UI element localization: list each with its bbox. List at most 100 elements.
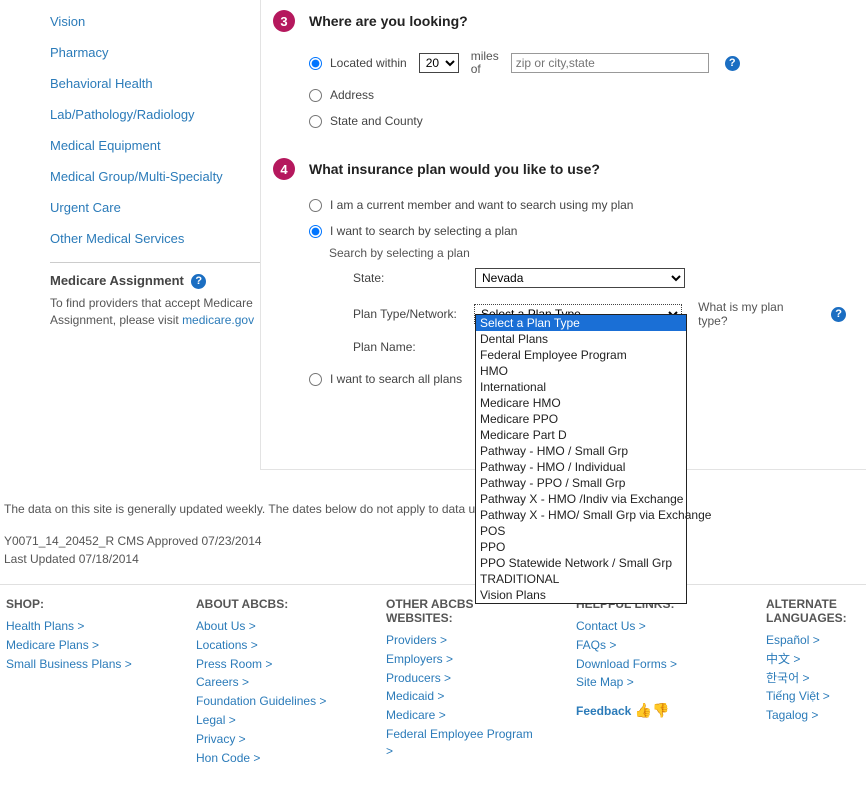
help-icon[interactable]: ? <box>191 274 206 289</box>
main-form: 3 Where are you looking? Located within … <box>260 0 866 470</box>
footer-link[interactable]: Federal Employee Program > <box>386 725 536 761</box>
label-address: Address <box>330 88 374 102</box>
footer-link[interactable]: Medicare Plans > <box>6 636 156 655</box>
plan-type-option[interactable]: Pathway - HMO / Small Grp <box>476 443 686 459</box>
plan-type-option[interactable]: PPO <box>476 539 686 555</box>
plan-type-option[interactable]: Medicare HMO <box>476 395 686 411</box>
disclaimer-line: The data on this site is generally updat… <box>4 500 866 518</box>
medicare-gov-link[interactable]: medicare.gov <box>182 313 254 327</box>
footer-link[interactable]: 中文 > <box>766 650 866 669</box>
footer-col-about: ABOUT ABCBS: About Us >Locations >Press … <box>196 597 346 767</box>
sidebar-link[interactable]: Other Medical Services <box>50 223 260 254</box>
footer-link[interactable]: Download Forms > <box>576 655 726 674</box>
footer-link[interactable]: Medicare > <box>386 706 536 725</box>
plan-type-option[interactable]: POS <box>476 523 686 539</box>
footer-link[interactable]: FAQs > <box>576 636 726 655</box>
label-current-member: I am a current member and want to search… <box>330 198 633 212</box>
footer-link[interactable]: Hon Code > <box>196 749 346 768</box>
radio-select-plan[interactable] <box>309 225 322 238</box>
footer-heading: SHOP: <box>6 597 156 611</box>
footer-heading: ABOUT ABCBS: <box>196 597 346 611</box>
plan-type-option[interactable]: Pathway - PPO / Small Grp <box>476 475 686 491</box>
footer-link[interactable]: About Us > <box>196 617 346 636</box>
zip-input[interactable] <box>511 53 709 73</box>
footer-link[interactable]: Employers > <box>386 650 536 669</box>
thumbs-up-icon: 👍 <box>635 701 652 721</box>
label-plan-help: What is my plan type? <box>698 300 815 328</box>
radio-current-member[interactable] <box>309 199 322 212</box>
footer-link[interactable]: Tiếng Việt > <box>766 687 866 706</box>
feedback-label: Feedback <box>576 704 631 718</box>
plan-type-option[interactable]: Dental Plans <box>476 331 686 347</box>
plan-type-option[interactable]: HMO <box>476 363 686 379</box>
footer-link[interactable]: Press Room > <box>196 655 346 674</box>
footer-link[interactable]: Providers > <box>386 631 536 650</box>
radio-search-all[interactable] <box>309 373 322 386</box>
footer-link[interactable]: Tagalog > <box>766 706 866 725</box>
sidebar-link[interactable]: Medical Equipment <box>50 130 260 161</box>
footer-link[interactable]: Privacy > <box>196 730 346 749</box>
disclaimer: The data on this site is generally updat… <box>0 470 866 574</box>
label-state-county: State and County <box>330 114 423 128</box>
step-3-title: Where are you looking? <box>309 13 468 29</box>
plan-type-option[interactable]: Medicare PPO <box>476 411 686 427</box>
footer-link[interactable]: Legal > <box>196 711 346 730</box>
divider <box>50 262 260 263</box>
plan-type-option[interactable]: TRADITIONAL <box>476 571 686 587</box>
label-miles-of: miles of <box>471 50 505 76</box>
footer: SHOP: Health Plans >Medicare Plans >Smal… <box>0 584 866 787</box>
label-state: State: <box>353 271 463 285</box>
plan-type-option[interactable]: Pathway - HMO / Individual <box>476 459 686 475</box>
distance-select[interactable]: 20 <box>419 53 459 73</box>
sidebar-link[interactable]: Vision <box>50 6 260 37</box>
footer-link[interactable]: Health Plans > <box>6 617 156 636</box>
sidebar-link[interactable]: Lab/Pathology/Radiology <box>50 99 260 130</box>
plan-type-option[interactable]: International <box>476 379 686 395</box>
plan-type-option[interactable]: Pathway X - HMO/ Small Grp via Exchange <box>476 507 686 523</box>
footer-link[interactable]: Medicaid > <box>386 687 536 706</box>
plan-type-option[interactable]: Medicare Part D <box>476 427 686 443</box>
label-search-by: Search by selecting a plan <box>329 244 846 262</box>
footer-col-other: OTHER ABCBS WEBSITES: Providers >Employe… <box>386 597 536 767</box>
footer-col-lang: ALTERNATE LANGUAGES: Español >中文 >한국어 >T… <box>766 597 866 767</box>
label-plan-name: Plan Name: <box>353 340 463 354</box>
plan-type-option[interactable]: Vision Plans <box>476 587 686 603</box>
sidebar-link[interactable]: Behavioral Health <box>50 68 260 99</box>
plan-type-dropdown[interactable]: Select a Plan TypeDental PlansFederal Em… <box>475 314 687 604</box>
step-4-title: What insurance plan would you like to us… <box>309 161 600 177</box>
footer-col-help: HELPFUL LINKS: Contact Us >FAQs >Downloa… <box>576 597 726 767</box>
state-select[interactable]: Nevada <box>475 268 685 288</box>
sidebar-link[interactable]: Pharmacy <box>50 37 260 68</box>
radio-state-county[interactable] <box>309 115 322 128</box>
step-4-badge: 4 <box>273 158 295 180</box>
radio-address[interactable] <box>309 89 322 102</box>
help-icon[interactable]: ? <box>725 56 740 71</box>
radio-located-within[interactable] <box>309 57 322 70</box>
sidebar: VisionPharmacyBehavioral HealthLab/Patho… <box>0 0 260 328</box>
step-3-badge: 3 <box>273 10 295 32</box>
footer-link[interactable]: Contact Us > <box>576 617 726 636</box>
footer-link[interactable]: Foundation Guidelines > <box>196 692 346 711</box>
sidebar-link[interactable]: Medical Group/Multi-Specialty <box>50 161 260 192</box>
footer-link[interactable]: Careers > <box>196 673 346 692</box>
sidebar-link[interactable]: Urgent Care <box>50 192 260 223</box>
thumbs-down-icon: 👎 <box>652 701 669 721</box>
plan-type-option[interactable]: Pathway X - HMO /Indiv via Exchange <box>476 491 686 507</box>
footer-link[interactable]: Site Map > <box>576 673 726 692</box>
footer-link[interactable]: Producers > <box>386 669 536 688</box>
label-located-within: Located within <box>330 56 407 70</box>
footer-col-shop: SHOP: Health Plans >Medicare Plans >Smal… <box>6 597 156 767</box>
feedback-link[interactable]: Feedback 👍👎 <box>576 700 726 722</box>
footer-heading: ALTERNATE LANGUAGES: <box>766 597 866 625</box>
medicare-assignment-title: Medicare Assignment <box>50 273 184 288</box>
plan-type-option[interactable]: PPO Statewide Network / Small Grp <box>476 555 686 571</box>
footer-link[interactable]: Small Business Plans > <box>6 655 156 674</box>
footer-link[interactable]: 한국어 > <box>766 669 866 688</box>
label-select-plan: I want to search by selecting a plan <box>330 224 517 238</box>
label-search-all: I want to search all plans <box>330 372 462 386</box>
plan-type-option[interactable]: Select a Plan Type <box>476 315 686 331</box>
plan-type-option[interactable]: Federal Employee Program <box>476 347 686 363</box>
footer-link[interactable]: Español > <box>766 631 866 650</box>
footer-link[interactable]: Locations > <box>196 636 346 655</box>
help-icon[interactable]: ? <box>831 307 846 322</box>
